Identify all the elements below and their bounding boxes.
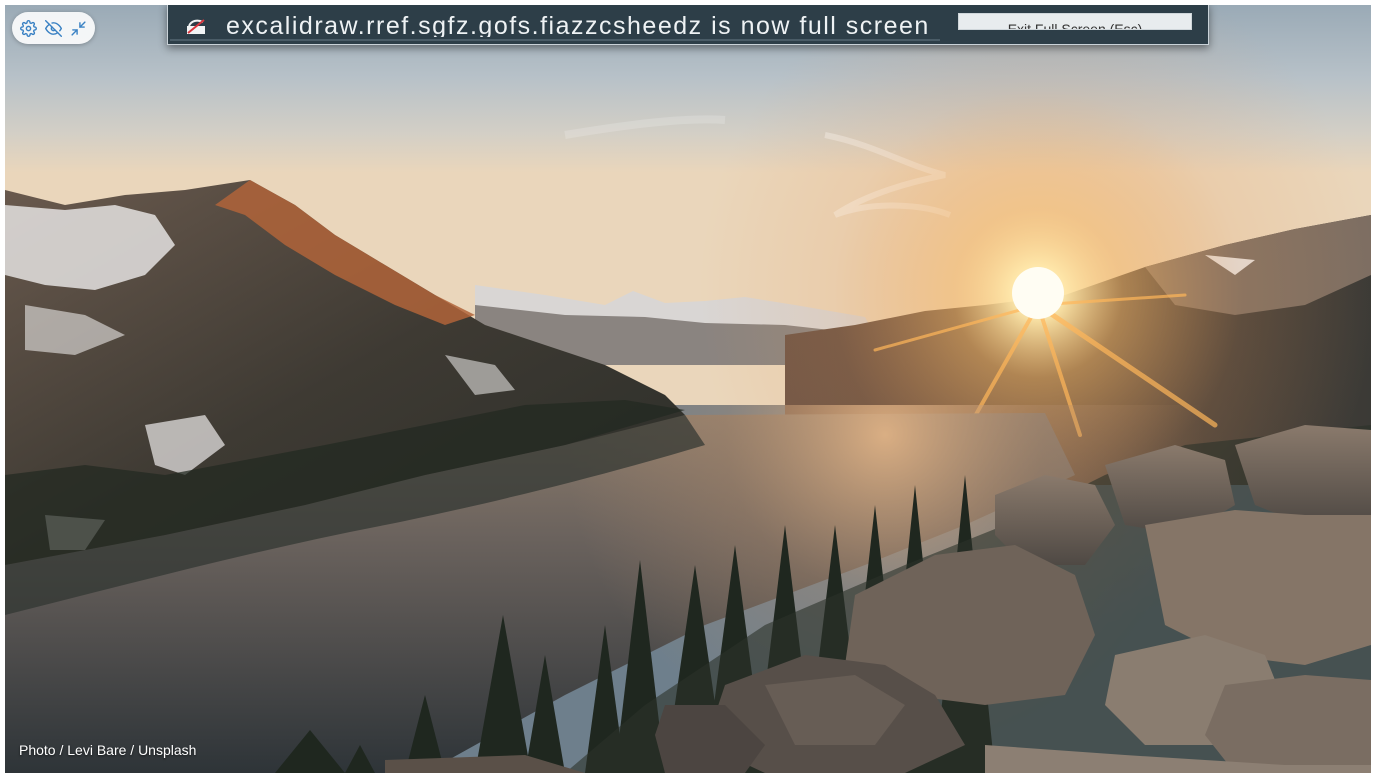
exit-fullscreen-icon	[71, 20, 86, 36]
gear-icon	[20, 19, 37, 37]
exit-fullscreen-button[interactable]	[68, 17, 90, 39]
settings-button[interactable]	[18, 17, 40, 39]
exit-fullscreen-banner-button[interactable]: Exit Full Screen (Esc)	[958, 13, 1192, 30]
hide-ui-button[interactable]	[43, 17, 65, 39]
photo-credit: Photo / Levi Bare / Unsplash	[19, 742, 197, 758]
fullscreen-warning-icon	[187, 19, 205, 34]
fullscreen-message: excalidraw.rref.sgfz.gofs.fiazzcsheedz i…	[226, 12, 930, 37]
banner-divider	[170, 39, 940, 41]
fullscreen-notification: excalidraw.rref.sgfz.gofs.fiazzcsheedz i…	[167, 5, 1209, 45]
background-photo	[5, 5, 1371, 773]
eye-off-icon	[45, 19, 62, 37]
fullscreen-viewport: excalidraw.rref.sgfz.gofs.fiazzcsheedz i…	[5, 5, 1371, 773]
viewer-toolbar	[12, 12, 95, 44]
